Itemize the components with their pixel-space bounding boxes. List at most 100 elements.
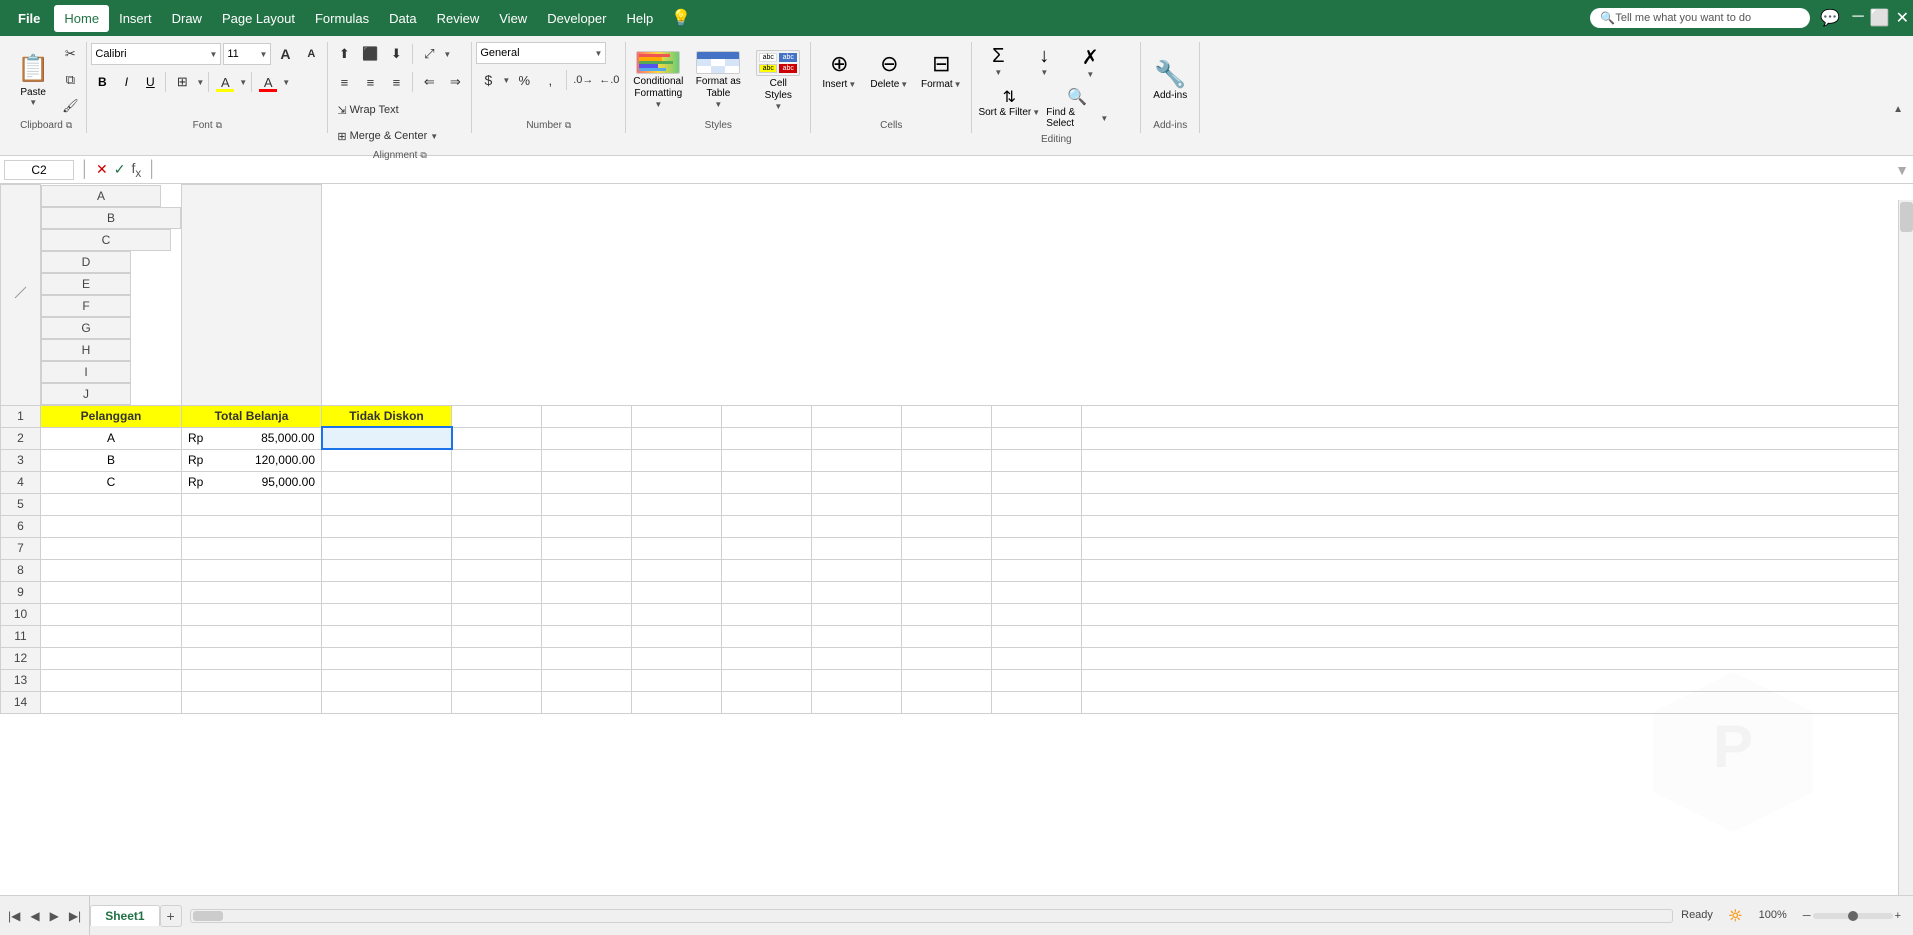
formula-bar-expand-icon[interactable]: ▼: [1895, 162, 1909, 178]
row-num-13[interactable]: 13: [1, 669, 41, 691]
increase-indent-button[interactable]: ⇒: [443, 70, 467, 94]
col-header-e[interactable]: E: [41, 273, 131, 295]
col-header-d[interactable]: D: [41, 251, 131, 273]
sheet-nav-prev[interactable]: ◀: [26, 907, 43, 925]
borders-arrow[interactable]: ▼: [196, 78, 204, 87]
cell-j4[interactable]: [992, 471, 1082, 493]
align-center-button[interactable]: ≡: [358, 70, 382, 94]
row-num-9[interactable]: 9: [1, 581, 41, 603]
row-num-10[interactable]: 10: [1, 603, 41, 625]
row-num-11[interactable]: 11: [1, 625, 41, 647]
cell-j2[interactable]: [992, 427, 1082, 449]
row-num-6[interactable]: 6: [1, 515, 41, 537]
cell-e2[interactable]: [542, 427, 632, 449]
fill-button[interactable]: ↓ ▼: [1022, 42, 1066, 82]
cell-c5[interactable]: [322, 493, 452, 515]
cell-f1[interactable]: [632, 405, 722, 427]
row-num-12[interactable]: 12: [1, 647, 41, 669]
cell-b3[interactable]: Rp 120,000.00: [182, 449, 322, 471]
currency-arrow[interactable]: ▼: [502, 76, 510, 85]
merge-center-button[interactable]: ⊞ Merge & Center ▼: [332, 124, 443, 148]
minimize-btn[interactable]: ─: [1852, 8, 1863, 28]
formula-input[interactable]: [163, 161, 1891, 179]
scroll-area[interactable]: A B C D E F G H I J 1 Pelanggan: [0, 184, 1913, 714]
cell-g3[interactable]: [722, 449, 812, 471]
cell-c1[interactable]: Tidak Diskon: [322, 405, 452, 427]
cell-i4[interactable]: [902, 471, 992, 493]
sort-filter-button[interactable]: ⇅ Sort & Filter ▼: [976, 84, 1042, 132]
help-lightbulb-icon[interactable]: 💡: [671, 8, 691, 28]
cell-g2[interactable]: [722, 427, 812, 449]
bottom-align-button[interactable]: ⬇: [384, 42, 408, 66]
cell-h3[interactable]: [812, 449, 902, 471]
ribbon-expand-btn[interactable]: ▲: [1893, 42, 1907, 133]
vertical-scrollbar[interactable]: [1898, 200, 1913, 910]
cell-a1[interactable]: Pelanggan: [41, 405, 182, 427]
cell-c3[interactable]: [322, 449, 452, 471]
angle-text-button[interactable]: ⤢: [417, 42, 441, 66]
menu-developer[interactable]: Developer: [537, 5, 616, 32]
fill-color-button[interactable]: A: [213, 70, 237, 94]
row-num-3[interactable]: 3: [1, 449, 41, 471]
sheet-tab-sheet1[interactable]: Sheet1: [90, 905, 159, 926]
cell-a3[interactable]: B: [41, 449, 182, 471]
increase-decimal-button[interactable]: .0→: [571, 68, 595, 92]
col-header-a[interactable]: A: [41, 185, 161, 207]
row-num-1[interactable]: 1: [1, 405, 41, 427]
comma-button[interactable]: ,: [538, 68, 562, 92]
font-name-select[interactable]: Calibri ▼: [91, 43, 221, 65]
row-num-7[interactable]: 7: [1, 537, 41, 559]
cell-h4[interactable]: [812, 471, 902, 493]
chat-icon[interactable]: 💬: [1820, 8, 1840, 28]
cell-rest-2[interactable]: [1082, 427, 1913, 449]
menu-file[interactable]: File: [4, 5, 54, 32]
col-header-f[interactable]: F: [41, 295, 131, 317]
add-ins-button[interactable]: 🔧 Add-ins: [1145, 55, 1195, 105]
bold-button[interactable]: B: [91, 71, 113, 93]
add-sheet-button[interactable]: +: [160, 905, 182, 927]
row-num-8[interactable]: 8: [1, 559, 41, 581]
clipboard-expand-icon[interactable]: ⧉: [66, 120, 72, 131]
format-painter-button[interactable]: 🖌: [58, 94, 82, 118]
cell-j1[interactable]: [992, 405, 1082, 427]
cell-c2[interactable]: [322, 427, 452, 449]
col-header-c[interactable]: C: [41, 229, 171, 251]
cell-d4[interactable]: [452, 471, 542, 493]
col-header-h[interactable]: H: [41, 339, 131, 361]
borders-button[interactable]: ⊞: [170, 70, 194, 94]
cell-rest-3[interactable]: [1082, 449, 1913, 471]
cell-b5[interactable]: [182, 493, 322, 515]
restore-btn[interactable]: ⬜: [1870, 8, 1890, 28]
cell-i2[interactable]: [902, 427, 992, 449]
search-box[interactable]: 🔍 Tell me what you want to do: [1590, 8, 1810, 28]
cell-d3[interactable]: [452, 449, 542, 471]
cell-h1[interactable]: [812, 405, 902, 427]
cell-h2[interactable]: [812, 427, 902, 449]
cell-reference-box[interactable]: C2: [4, 160, 74, 180]
increase-font-button[interactable]: A: [273, 42, 297, 66]
menu-formulas[interactable]: Formulas: [305, 5, 379, 32]
font-color-arrow[interactable]: ▼: [282, 78, 290, 87]
cell-e1[interactable]: [542, 405, 632, 427]
sheet-nav-first[interactable]: |◀: [4, 907, 24, 925]
sheet-nav-last[interactable]: ▶|: [65, 907, 85, 925]
cell-j3[interactable]: [992, 449, 1082, 471]
cell-g4[interactable]: [722, 471, 812, 493]
col-header-b[interactable]: B: [41, 207, 181, 229]
underline-button[interactable]: U: [139, 71, 161, 93]
cell-a2[interactable]: A: [41, 427, 182, 449]
col-header-i[interactable]: I: [41, 361, 131, 383]
top-align-button[interactable]: ⬆: [332, 42, 356, 66]
wrap-text-button[interactable]: ⇲ Wrap Text: [332, 98, 403, 122]
cell-b4[interactable]: Rp 95,000.00: [182, 471, 322, 493]
row-num-5[interactable]: 5: [1, 493, 41, 515]
delete-cell-button[interactable]: ⊖ Delete ▼: [865, 47, 913, 113]
italic-button[interactable]: I: [115, 71, 137, 93]
menu-home[interactable]: Home: [54, 5, 109, 32]
cell-b2[interactable]: Rp 85,000.00: [182, 427, 322, 449]
align-right-button[interactable]: ≡: [384, 70, 408, 94]
middle-align-button[interactable]: ⬛: [358, 42, 382, 66]
insert-function-icon[interactable]: fx: [131, 160, 141, 180]
cell-c4[interactable]: [322, 471, 452, 493]
row-num-2[interactable]: 2: [1, 427, 41, 449]
